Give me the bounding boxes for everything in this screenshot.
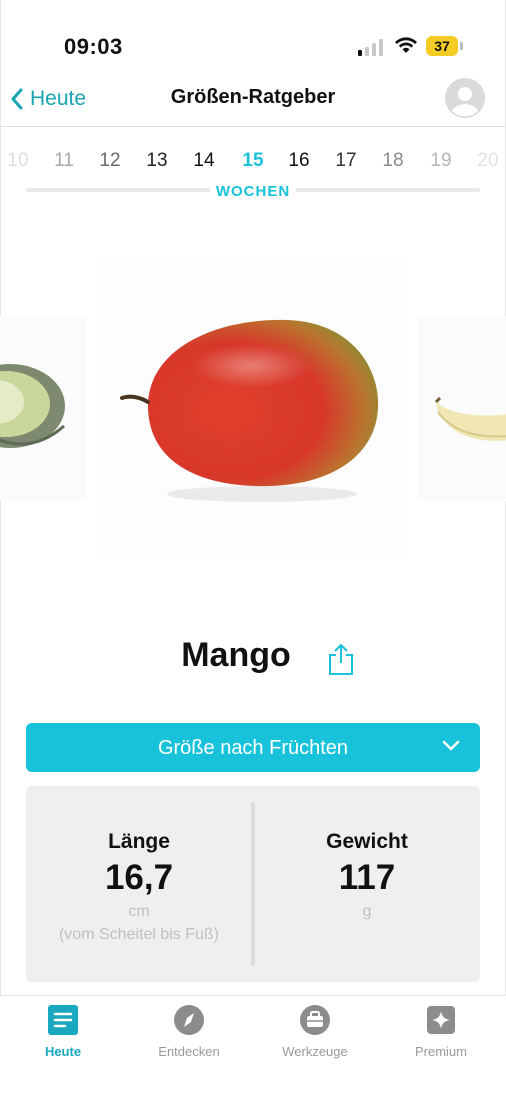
tab-tools[interactable]: Werkzeuge [252, 1004, 378, 1059]
status-bar: 09:03 37 [0, 0, 506, 70]
share-icon[interactable] [327, 642, 355, 676]
tab-premium-label: Premium [414, 1044, 467, 1059]
weight-value: 117 [338, 858, 396, 897]
user-icon [446, 79, 484, 117]
size-stats-panel: Länge 16,7 cm (vom Scheitel bis Fuß) Gew… [26, 786, 480, 982]
length-note: (vom Scheitel bis Fuß) [58, 926, 220, 943]
length-stat: Länge 16,7 cm (vom Scheitel bis Fuß) [26, 830, 252, 944]
carousel-card-next[interactable] [418, 316, 506, 501]
tab-discover-label: Entdecken [158, 1044, 220, 1059]
length-title: Länge [108, 830, 170, 853]
wifi-icon [395, 37, 417, 53]
toolbox-icon [299, 1004, 331, 1036]
week-item[interactable]: 17 [326, 150, 366, 172]
tab-tools-label: Werkzeuge [282, 1044, 348, 1059]
sparkle-icon [425, 1004, 457, 1036]
size-comparison-dropdown[interactable]: Größe nach Früchten [26, 723, 480, 772]
nav-bar: Heute Größen-Ratgeber [0, 70, 506, 127]
weight-stat: Gewicht 117 g [254, 830, 480, 921]
cellular-signal-icon [358, 38, 386, 56]
tab-discover[interactable]: Entdecken [126, 1004, 252, 1059]
banana-image [434, 396, 506, 441]
week-selector[interactable]: 10 11 12 13 14 15 16 17 18 19 20 [0, 140, 506, 180]
week-item[interactable]: 12 [90, 150, 130, 172]
chevron-down-icon [442, 740, 460, 751]
today-icon [47, 1004, 79, 1036]
tab-bar: Heute Entdecken Werkzeuge Premium [0, 995, 506, 1101]
tab-today-label: Heute [44, 1044, 82, 1059]
week-item[interactable]: 19 [421, 150, 461, 172]
tab-today[interactable]: Heute [0, 1004, 126, 1059]
tab-premium[interactable]: Premium [378, 1004, 504, 1059]
week-item-selected[interactable]: 15 [233, 150, 273, 172]
week-item[interactable]: 18 [373, 150, 413, 172]
compass-icon [173, 1004, 205, 1036]
profile-avatar[interactable] [445, 78, 485, 118]
mango-image [120, 319, 379, 502]
status-time: 09:03 [64, 34, 123, 59]
dropdown-label: Größe nach Früchten [157, 737, 349, 759]
length-unit: cm [128, 903, 150, 920]
carousel-card-current[interactable] [102, 256, 404, 556]
week-item[interactable]: 16 [279, 150, 319, 172]
weight-unit: g [362, 903, 372, 920]
battery-level: 37 [426, 36, 458, 56]
carousel-card-previous[interactable] [0, 316, 86, 501]
fruit-name: Mango [181, 636, 291, 674]
week-item[interactable]: 13 [137, 150, 177, 172]
week-item[interactable]: 20 [468, 150, 506, 172]
avocado-image [0, 364, 65, 448]
battery-icon: 37 [426, 36, 464, 56]
weeks-label: WOCHEN [0, 183, 506, 200]
week-item[interactable]: 11 [44, 150, 84, 172]
length-value: 16,7 [104, 858, 174, 897]
page-title: Größen-Ratgeber [170, 86, 336, 108]
week-item[interactable]: 10 [0, 150, 38, 172]
weight-title: Gewicht [326, 830, 408, 853]
week-item[interactable]: 14 [184, 150, 224, 172]
